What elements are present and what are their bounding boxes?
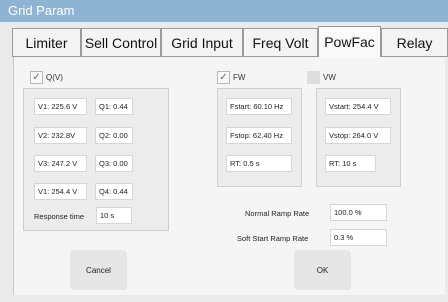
check-icon: ✓ (217, 71, 230, 84)
fw-rt-field[interactable]: RT: 0.5 s (226, 155, 292, 172)
response-time-label: Response time (34, 212, 85, 221)
tab-powfac[interactable]: PowFac (318, 26, 381, 57)
fw-checkbox[interactable]: ✓ FW (217, 71, 245, 84)
tab-bar: Limiter Sell Control Grid Input Freq Vol… (12, 22, 448, 57)
vw-group: Vstart: 254.4 V Vstop: 264.0 V RT: 10 s (316, 88, 401, 187)
tab-limiter[interactable]: Limiter (12, 28, 81, 56)
fstop-field[interactable]: Fstop: 62.40 Hz (226, 127, 292, 144)
fw-label: FW (233, 73, 246, 82)
qv-v1-field[interactable]: V1: 225.6 V (34, 98, 87, 115)
tab-freq-volt[interactable]: Freq Volt (243, 28, 318, 56)
qv-q4-field[interactable]: Q4: 0.44 (95, 183, 133, 200)
soft-start-ramp-field[interactable]: 0.3 % (330, 229, 387, 246)
check-icon: ✓ (30, 71, 43, 84)
ok-button[interactable]: OK (294, 250, 351, 290)
qv-group: V1: 225.6 V Q1: 0.44 V2: 232.8V Q2: 0.00… (23, 88, 169, 231)
normal-ramp-field[interactable]: 100.0 % (330, 204, 387, 221)
qv-q3-field[interactable]: Q3: 0.00 (95, 155, 133, 172)
tab-relay[interactable]: Relay (381, 28, 448, 56)
vstart-field[interactable]: Vstart: 254.4 V (325, 98, 391, 115)
qv-v4-field[interactable]: V1: 254.4 V (34, 183, 87, 200)
qv-v3-field[interactable]: V3: 247.2 V (34, 155, 87, 172)
vw-checkbox[interactable]: VW (307, 71, 336, 84)
tab-grid-input[interactable]: Grid Input (161, 28, 243, 56)
fstart-field[interactable]: Fstart: 60.10 Hz (226, 98, 292, 115)
window-title: Grid Param (8, 3, 75, 18)
checkbox-box (307, 71, 320, 84)
qv-checkbox[interactable]: ✓ Q(V) (30, 71, 63, 84)
normal-ramp-label: Normal Ramp Rate (245, 209, 310, 218)
qv-q1-field[interactable]: Q1: 0.44 (95, 98, 133, 115)
cancel-button[interactable]: Cancel (70, 250, 127, 290)
title-bar: Grid Param (0, 0, 448, 22)
tab-sell-control[interactable]: Sell Control (81, 28, 161, 56)
fw-group: Fstart: 60.10 Hz Fstop: 62.40 Hz RT: 0.5… (217, 88, 302, 187)
soft-start-ramp-label: Soft Start Ramp Rate (237, 234, 309, 243)
vw-rt-field[interactable]: RT: 10 s (325, 155, 376, 172)
qv-v2-field[interactable]: V2: 232.8V (34, 127, 87, 144)
qv-label: Q(V) (46, 73, 63, 82)
vstop-field[interactable]: Vstop: 264.0 V (325, 127, 391, 144)
qv-q2-field[interactable]: Q2: 0.00 (95, 127, 133, 144)
vw-label: VW (323, 73, 336, 82)
powfac-panel: ✓ Q(V) ✓ FW VW V1: 225.6 V Q1: 0.44 V2: … (13, 57, 445, 295)
response-time-field[interactable]: 10 s (96, 207, 132, 224)
